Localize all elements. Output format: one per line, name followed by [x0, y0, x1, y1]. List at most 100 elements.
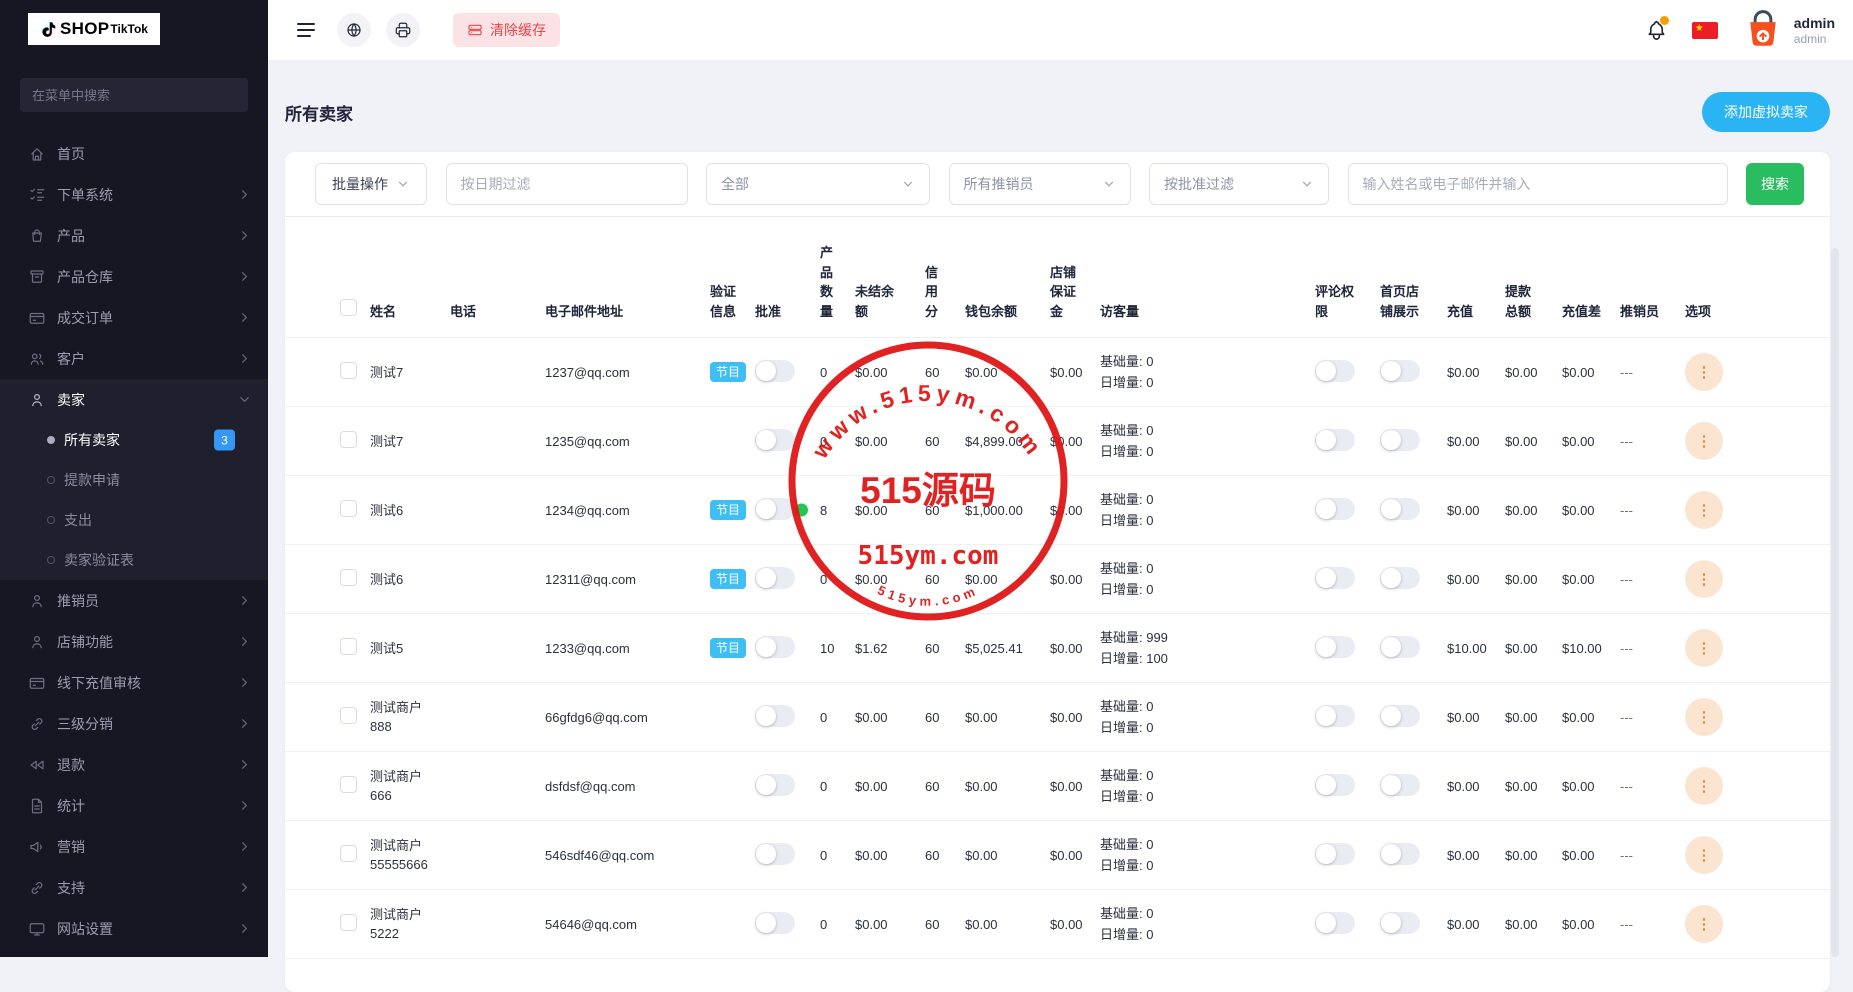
comment-permission-toggle[interactable] — [1315, 774, 1355, 796]
sidebar-item-3[interactable]: 产品仓库 — [0, 256, 268, 297]
chevron-right-icon — [237, 880, 252, 895]
sidebar-subitem[interactable]: 所有卖家 3 — [0, 420, 268, 460]
comment-permission-toggle[interactable] — [1315, 636, 1355, 658]
add-virtual-seller-button[interactable]: 添加虚拟卖家 — [1702, 92, 1830, 132]
cell-visitors: 基础量: 0 日增量: 0 — [1100, 696, 1315, 738]
approve-toggle[interactable] — [755, 567, 795, 589]
comment-permission-toggle[interactable] — [1315, 360, 1355, 382]
cell-options: ⋮ — [1685, 491, 1745, 529]
salesman-filter-select[interactable]: 所有推销员 — [949, 163, 1131, 205]
comment-permission-toggle[interactable] — [1315, 705, 1355, 727]
sidebar-item-15[interactable]: 网站设置 — [0, 908, 268, 949]
approve-toggle[interactable] — [755, 360, 795, 382]
row-options-button[interactable]: ⋮ — [1685, 491, 1723, 529]
row-checkbox[interactable] — [340, 914, 357, 931]
hamburger-menu-icon[interactable] — [294, 18, 318, 42]
row-options-button[interactable]: ⋮ — [1685, 767, 1723, 805]
row-options-button[interactable]: ⋮ — [1685, 629, 1723, 667]
sidebar-item-14[interactable]: 支持 — [0, 867, 268, 908]
row-checkbox[interactable] — [340, 776, 357, 793]
sidebar-subitem[interactable]: 卖家验证表 — [0, 540, 268, 580]
sidebar-item-6[interactable]: 卖家 — [0, 379, 268, 420]
home-icon — [28, 145, 46, 163]
notification-bell-icon[interactable] — [1645, 19, 1668, 42]
date-filter-input[interactable] — [446, 163, 688, 205]
clear-cache-button[interactable]: 清除缓存 — [453, 13, 560, 47]
sidebar-item-5[interactable]: 客户 — [0, 338, 268, 379]
sidebar-item-9[interactable]: 线下充值审核 — [0, 662, 268, 703]
sidebar-item-2[interactable]: 产品 — [0, 215, 268, 256]
row-options-button[interactable]: ⋮ — [1685, 836, 1723, 874]
homepage-display-toggle[interactable] — [1380, 429, 1420, 451]
cell-recharge: $0.00 — [1447, 710, 1505, 725]
approve-toggle[interactable] — [755, 429, 795, 451]
comment-permission-toggle[interactable] — [1315, 429, 1355, 451]
comment-permission-toggle[interactable] — [1315, 567, 1355, 589]
homepage-display-toggle[interactable] — [1380, 567, 1420, 589]
sidebar-item-7[interactable]: 推销员 — [0, 580, 268, 621]
cell-outstanding: $0.00 — [855, 572, 925, 587]
row-checkbox[interactable] — [340, 431, 357, 448]
homepage-display-toggle[interactable] — [1380, 636, 1420, 658]
homepage-display-toggle[interactable] — [1380, 843, 1420, 865]
homepage-display-toggle[interactable] — [1380, 774, 1420, 796]
comment-permission-toggle[interactable] — [1315, 498, 1355, 520]
row-options-button[interactable]: ⋮ — [1685, 905, 1723, 943]
status-filter-select[interactable]: 全部 — [706, 163, 930, 205]
chevron-down-icon — [1300, 177, 1314, 191]
cell-comment-permission — [1315, 843, 1380, 868]
approval-filter-select[interactable]: 按批准过滤 — [1149, 163, 1329, 205]
card-icon — [28, 674, 46, 692]
approve-toggle[interactable] — [755, 912, 795, 934]
row-options-button[interactable]: ⋮ — [1685, 698, 1723, 736]
comment-permission-toggle[interactable] — [1315, 912, 1355, 934]
sidebar-item-8[interactable]: 店铺功能 — [0, 621, 268, 662]
vertical-scrollbar[interactable] — [1831, 248, 1839, 957]
sidebar-search-input[interactable] — [20, 78, 248, 112]
approve-toggle[interactable] — [755, 774, 795, 796]
card-icon — [28, 309, 46, 327]
print-button[interactable] — [386, 13, 420, 47]
china-flag-icon[interactable]: ★ — [1692, 22, 1718, 39]
homepage-display-toggle[interactable] — [1380, 498, 1420, 520]
sidebar-item-13[interactable]: 营销 — [0, 826, 268, 867]
language-globe-button[interactable] — [337, 13, 371, 47]
sidebar-item-4[interactable]: 成交订单 — [0, 297, 268, 338]
cell-recharge-diff: $0.00 — [1562, 848, 1620, 863]
approve-toggle[interactable] — [755, 843, 795, 865]
app-logo[interactable]: SHOP TikTok — [28, 13, 160, 45]
sidebar-item-12[interactable]: 统计 — [0, 785, 268, 826]
name-email-search-input[interactable] — [1348, 163, 1728, 205]
row-options-button[interactable]: ⋮ — [1685, 422, 1723, 460]
homepage-display-toggle[interactable] — [1380, 912, 1420, 934]
row-options-button[interactable]: ⋮ — [1685, 353, 1723, 391]
select-all-checkbox[interactable] — [340, 299, 357, 316]
approve-toggle[interactable] — [755, 705, 795, 727]
approve-toggle[interactable] — [755, 498, 795, 520]
cell-outstanding: $0.00 — [855, 434, 925, 449]
row-checkbox[interactable] — [340, 707, 357, 724]
row-checkbox[interactable] — [340, 638, 357, 655]
sidebar-item-11[interactable]: 退款 — [0, 744, 268, 785]
bulk-actions-dropdown[interactable]: 批量操作 — [315, 163, 427, 205]
cell-email: dsfdsf@qq.com — [545, 779, 710, 794]
sidebar-subitem[interactable]: 支出 — [0, 500, 268, 540]
sidebar-item-10[interactable]: 三级分销 — [0, 703, 268, 744]
homepage-display-toggle[interactable] — [1380, 705, 1420, 727]
approve-toggle[interactable] — [755, 636, 795, 658]
row-checkbox[interactable] — [340, 500, 357, 517]
row-options-button[interactable]: ⋮ — [1685, 560, 1723, 598]
row-checkbox[interactable] — [340, 845, 357, 862]
homepage-display-toggle[interactable] — [1380, 360, 1420, 382]
row-checkbox[interactable] — [340, 362, 357, 379]
comment-permission-toggle[interactable] — [1315, 843, 1355, 865]
kebab-menu-icon: ⋮ — [1697, 639, 1712, 657]
sidebar-subitem[interactable]: 提款申请 — [0, 460, 268, 500]
online-status-dot — [795, 504, 808, 517]
search-button[interactable]: 搜索 — [1746, 163, 1804, 205]
cell-options: ⋮ — [1685, 767, 1745, 805]
sidebar-item-1[interactable]: 下单系统 — [0, 174, 268, 215]
sidebar-item-0[interactable]: 首页 — [0, 133, 268, 174]
row-checkbox[interactable] — [340, 569, 357, 586]
user-menu[interactable]: admin admin — [1742, 9, 1835, 51]
